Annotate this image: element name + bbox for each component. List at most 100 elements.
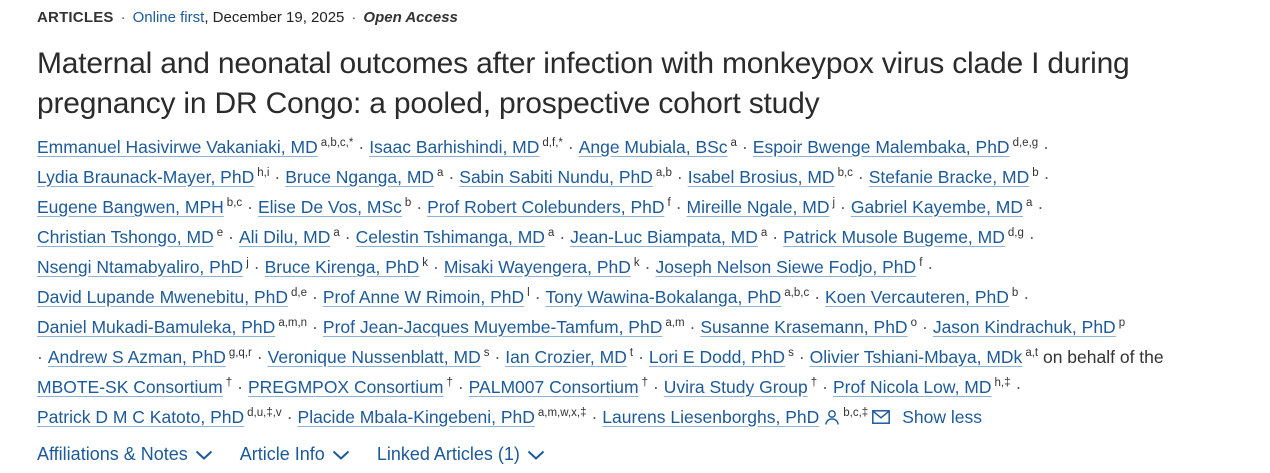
author-name[interactable]: Veronique Nussenblatt, MD [268,347,481,367]
author[interactable]: Tony Wawina-Bokalanga, PhD a,b,c [546,287,810,307]
author[interactable]: Gabriel Kayembe, MD a [851,197,1033,217]
author-name[interactable]: Isaac Barhishindi, MD [369,137,539,157]
author-name[interactable]: Christian Tshongo, MD [37,227,214,247]
tab-linked-articles[interactable]: Linked Articles (1) [377,444,545,465]
author[interactable]: Eugene Bangwen, MPH b,c [37,197,242,217]
author-affiliation: a [547,227,555,239]
author-name[interactable]: Prof Anne W Rimoin, PhD [323,287,524,307]
author-name[interactable]: David Lupande Mwenebitu, PhD [37,287,288,307]
author[interactable]: Olivier Tshiani-Mbaya, MDk a,t [810,347,1038,367]
tab-article-info[interactable]: Article Info [240,444,350,465]
consortium[interactable]: Uvira Study Group † [664,377,817,397]
author-name[interactable]: Celestin Tshimanga, MD [356,227,545,247]
author[interactable]: Ian Crozier, MD t [505,347,633,367]
author-name[interactable]: Isabel Brosius, MD [688,167,835,187]
author[interactable]: Nsengi Ntamabyaliro, PhD j [37,257,249,277]
author[interactable]: Espoir Bwenge Malembaka, PhD d,e,g [753,137,1038,157]
author[interactable]: Christian Tshongo, MD e [37,227,223,247]
author[interactable]: Isaac Barhishindi, MD d,f,* [369,137,563,157]
author[interactable]: Celestin Tshimanga, MD a [356,227,555,247]
consortium-name[interactable]: MBOTE-SK Consortium [37,377,223,397]
author-name[interactable]: Elise De Vos, MSc [258,197,402,217]
consortium[interactable]: PALM007 Consortium † [469,377,648,397]
mail-icon[interactable] [872,410,891,424]
author[interactable]: Daniel Mukadi-Bamuleka, PhD a,m,n [37,317,307,337]
author-name[interactable]: Bruce Nganga, MD [285,167,434,187]
author[interactable]: Ali Dilu, MD a [239,227,340,247]
author[interactable]: Misaki Wayengera, PhD k [444,257,640,277]
author[interactable]: Prof Jean-Jacques Muyembe-Tamfum, PhD a,m [323,317,685,337]
author-name[interactable]: Placide Mbala-Kingebeni, PhD [298,407,535,427]
author-name[interactable]: Ali Dilu, MD [239,227,330,247]
author-name[interactable]: Daniel Mukadi-Bamuleka, PhD [37,317,275,337]
consortium-name[interactable]: Uvira Study Group [664,377,808,397]
author-name[interactable]: Sabin Sabiti Nundu, PhD [459,167,653,187]
author[interactable]: Lydia Braunack-Mayer, PhD h,i [37,167,269,187]
author-name[interactable]: Eugene Bangwen, MPH [37,197,224,217]
author[interactable]: Stefanie Bracke, MD b [869,167,1039,187]
author-name[interactable]: Espoir Bwenge Malembaka, PhD [753,137,1010,157]
author[interactable]: Laurens Liesenborghs, PhD b,c,‡ [602,407,868,427]
author[interactable]: Jean-Luc Biampata, MD a [570,227,767,247]
author[interactable]: Patrick Musole Bugeme, MD d,g [783,227,1024,247]
author-name[interactable]: Mireille Ngale, MD [687,197,830,217]
author-name[interactable]: Prof Robert Colebunders, PhD [427,197,664,217]
author[interactable]: Andrew S Azman, PhD g,q,r [48,347,252,367]
consortium[interactable]: MBOTE-SK Consortium † [37,377,232,397]
author[interactable]: Patrick D M C Katoto, PhD d,u,‡,v [37,407,282,427]
author-name[interactable]: Stefanie Bracke, MD [869,167,1029,187]
author-affiliation: h,‡ [994,377,1011,389]
author-name[interactable]: Misaki Wayengera, PhD [444,257,631,277]
author-name[interactable]: Susanne Krasemann, PhD [700,317,907,337]
author[interactable]: Elise De Vos, MSc b [258,197,411,217]
author-name[interactable]: Olivier Tshiani-Mbaya, MDk [810,347,1023,367]
tab-affiliations-notes[interactable]: Affiliations & Notes [37,444,213,465]
author[interactable]: Bruce Kirenga, PhD k [265,257,428,277]
author-name[interactable]: Andrew S Azman, PhD [48,347,226,367]
author[interactable]: Lori E Dodd, PhD s [649,347,794,367]
author-name[interactable]: Prof Jean-Jacques Muyembe-Tamfum, PhD [323,317,662,337]
author-name[interactable]: Emmanuel Hasivirwe Vakaniaki, MD [37,137,318,157]
author-name[interactable]: Patrick Musole Bugeme, MD [783,227,1005,247]
consortium[interactable]: PREGMPOX Consortium † [248,377,453,397]
author-name[interactable]: Patrick D M C Katoto, PhD [37,407,244,427]
author-separator: · [256,347,263,367]
show-less-button[interactable]: Show less [902,407,982,427]
online-first-link[interactable]: Online first [133,9,205,26]
author-affiliation: j [246,257,249,269]
author[interactable]: David Lupande Mwenebitu, PhD d,e [37,287,307,307]
author[interactable]: Ange Mubiala, BSc a [579,137,737,157]
author-name[interactable]: Ian Crozier, MD [505,347,627,367]
author[interactable]: Jason Kindrachuk, PhD p [933,317,1125,337]
author-name[interactable]: Laurens Liesenborghs, PhD [602,407,819,427]
author-name[interactable]: Jean-Luc Biampata, MD [570,227,758,247]
author-separator: · [228,227,234,247]
author[interactable]: Sabin Sabiti Nundu, PhD a,b [459,167,672,187]
author[interactable]: Prof Anne W Rimoin, PhD l [323,287,530,307]
author-name[interactable]: Bruce Kirenga, PhD [265,257,420,277]
author[interactable]: Mireille Ngale, MD j [687,197,836,217]
author-name[interactable]: Koen Vercauteren, PhD [825,287,1009,307]
author[interactable]: Isabel Brosius, MD b,c [688,167,853,187]
author-name[interactable]: Gabriel Kayembe, MD [851,197,1023,217]
tab-label: Affiliations & Notes [37,444,188,464]
author[interactable]: Susanne Krasemann, PhD o [700,317,917,337]
author-name[interactable]: Lori E Dodd, PhD [649,347,785,367]
author[interactable]: Joseph Nelson Siewe Fodjo, PhD f [655,257,922,277]
author-name[interactable]: Jason Kindrachuk, PhD [933,317,1116,337]
author-name[interactable]: Joseph Nelson Siewe Fodjo, PhD [655,257,916,277]
author[interactable]: Prof Nicola Low, MD h,‡ [833,377,1011,397]
author[interactable]: Veronique Nussenblatt, MD s [268,347,490,367]
author[interactable]: Koen Vercauteren, PhD b [825,287,1018,307]
author-name[interactable]: Ange Mubiala, BSc [579,137,728,157]
author[interactable]: Prof Robert Colebunders, PhD f [427,197,671,217]
author[interactable]: Placide Mbala-Kingebeni, PhD a,m,w,x,‡ [298,407,587,427]
author-name[interactable]: Tony Wawina-Bokalanga, PhD [546,287,782,307]
author-name[interactable]: Nsengi Ntamabyaliro, PhD [37,257,243,277]
consortium-name[interactable]: PALM007 Consortium [469,377,639,397]
author-name[interactable]: Prof Nicola Low, MD [833,377,992,397]
consortium-name[interactable]: PREGMPOX Consortium [248,377,443,397]
author[interactable]: Emmanuel Hasivirwe Vakaniaki, MD a,b,c,* [37,137,353,157]
author-name[interactable]: Lydia Braunack-Mayer, PhD [37,167,254,187]
author[interactable]: Bruce Nganga, MD a [285,167,443,187]
